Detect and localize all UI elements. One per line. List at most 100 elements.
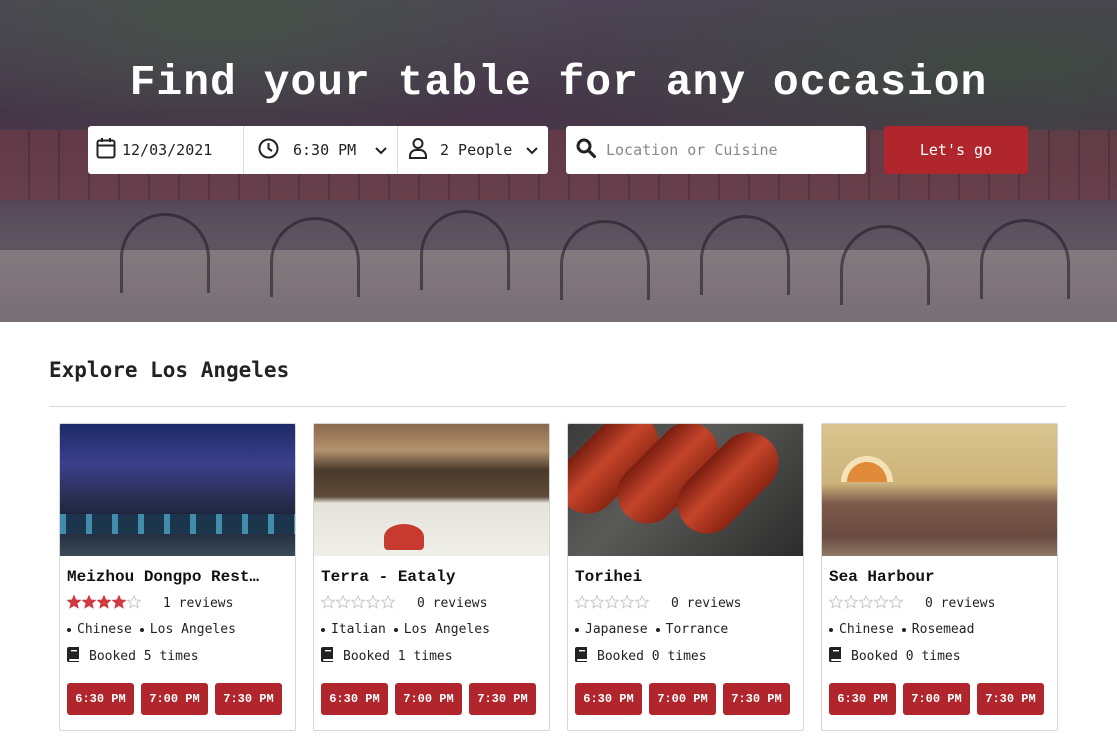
star-empty-icon [858,594,874,613]
restaurant-card[interactable]: Sea Harbour 0 reviews Chinese Rosemead B… [821,423,1058,731]
hero-title: Find your table for any occasion [129,58,988,107]
time-select[interactable]: 6:30 PM [244,126,398,174]
time-slot-button[interactable]: 6:30 PM [67,683,134,715]
bullet-icon [139,627,144,632]
cuisine-label: Chinese [77,622,132,637]
star-empty-icon [843,594,859,613]
rating-row: 0 reviews [828,594,1049,613]
clock-icon [258,138,279,163]
restaurant-photo[interactable] [314,424,549,556]
time-slot-button[interactable]: 6:30 PM [321,683,388,715]
bullet-icon [393,627,398,632]
section-divider [49,406,1066,407]
restaurant-card[interactable]: Meizhou Dongpo Rest… 1 reviews Chinese L… [59,423,296,731]
reservation-selectors: 12/03/2021 6:30 PM 2 People [88,126,548,174]
restaurant-tags: Chinese Rosemead [829,622,1049,637]
restaurant-name[interactable]: Meizhou Dongpo Rest… [67,568,287,586]
rating-row: 0 reviews [574,594,795,613]
star-empty-icon [604,594,620,613]
star-empty-icon [126,594,142,613]
star-empty-icon [574,594,590,613]
location-tag: Torrance [655,622,729,637]
location-label: Rosemead [911,622,975,637]
time-slot-button[interactable]: 7:30 PM [215,683,282,715]
date-picker[interactable]: 12/03/2021 [88,126,244,174]
restaurant-name[interactable]: Sea Harbour [829,568,1049,586]
chevron-down-icon [526,141,538,159]
cuisine-tag: Japanese [575,622,648,637]
star-filled-icon [111,594,127,613]
location-label: Torrance [665,622,729,637]
star-filled-icon [66,594,82,613]
restaurant-name[interactable]: Torihei [575,568,795,586]
cuisine-label: Chinese [839,622,894,637]
star-empty-icon [589,594,605,613]
location-tag: Los Angeles [393,622,490,637]
bullet-icon [67,627,71,632]
time-slot-list: 6:30 PM 7:00 PM 7:30 PM [575,683,795,715]
time-value: 6:30 PM [293,141,357,159]
time-slot-button[interactable]: 7:30 PM [977,683,1044,715]
star-rating [320,594,396,613]
star-empty-icon [380,594,396,613]
review-count: 0 reviews [925,595,996,611]
bullet-icon [901,627,906,632]
cuisine-label: Italian [331,622,386,637]
restaurant-tags: Japanese Torrance [575,622,795,637]
star-filled-icon [81,594,97,613]
search-input[interactable] [606,141,861,159]
star-empty-icon [350,594,366,613]
star-empty-icon [619,594,635,613]
bullet-icon [829,627,833,632]
location-tag: Los Angeles [139,622,236,637]
restaurant-card[interactable]: Terra - Eataly 0 reviews Italian Los Ang… [313,423,550,731]
booking-count-label: Booked 5 times [89,649,199,664]
restaurant-photo[interactable] [60,424,295,556]
time-slot-button[interactable]: 6:30 PM [829,683,896,715]
search-field[interactable] [566,126,866,174]
party-size-select[interactable]: 2 People [398,126,548,174]
restaurant-card-body: Sea Harbour 0 reviews Chinese Rosemead B… [822,556,1057,715]
review-count: 1 reviews [163,595,234,611]
restaurant-tags: Chinese Los Angeles [67,622,287,637]
restaurant-card-list: Meizhou Dongpo Rest… 1 reviews Chinese L… [59,423,1058,731]
chevron-down-icon [375,141,387,159]
star-empty-icon [365,594,381,613]
calendar-icon [96,137,116,163]
location-label: Los Angeles [149,622,236,637]
book-icon [574,647,597,666]
star-empty-icon [320,594,336,613]
star-rating [828,594,904,613]
time-slot-button[interactable]: 7:00 PM [395,683,462,715]
book-icon [828,647,851,666]
restaurant-tags: Italian Los Angeles [321,622,541,637]
location-tag: Rosemead [901,622,975,637]
booking-count-label: Booked 0 times [597,649,707,664]
star-rating [66,594,142,613]
star-empty-icon [888,594,904,613]
lets-go-button[interactable]: Let's go [884,126,1028,174]
time-slot-button[interactable]: 7:00 PM [649,683,716,715]
time-slot-button[interactable]: 7:30 PM [723,683,790,715]
time-slot-button[interactable]: 7:30 PM [469,683,536,715]
person-icon [408,137,428,163]
time-slot-button[interactable]: 7:00 PM [903,683,970,715]
bullet-icon [575,627,579,632]
time-slot-button[interactable]: 6:30 PM [575,683,642,715]
cuisine-tag: Italian [321,622,386,637]
time-slot-button[interactable]: 7:00 PM [141,683,208,715]
review-count: 0 reviews [417,595,488,611]
restaurant-name[interactable]: Terra - Eataly [321,568,541,586]
star-empty-icon [873,594,889,613]
booking-count-label: Booked 0 times [851,649,961,664]
restaurant-photo[interactable] [568,424,803,556]
hero-banner: Find your table for any occasion 12/03/2… [0,0,1117,322]
booking-count: Booked 5 times [66,647,287,666]
party-size-value: 2 People [440,141,513,159]
restaurant-photo[interactable] [822,424,1057,556]
explore-section-title: Explore Los Angeles [49,358,290,382]
restaurant-card[interactable]: Torihei 0 reviews Japanese Torrance Book… [567,423,804,731]
star-empty-icon [828,594,844,613]
star-rating [574,594,650,613]
cuisine-label: Japanese [585,622,648,637]
